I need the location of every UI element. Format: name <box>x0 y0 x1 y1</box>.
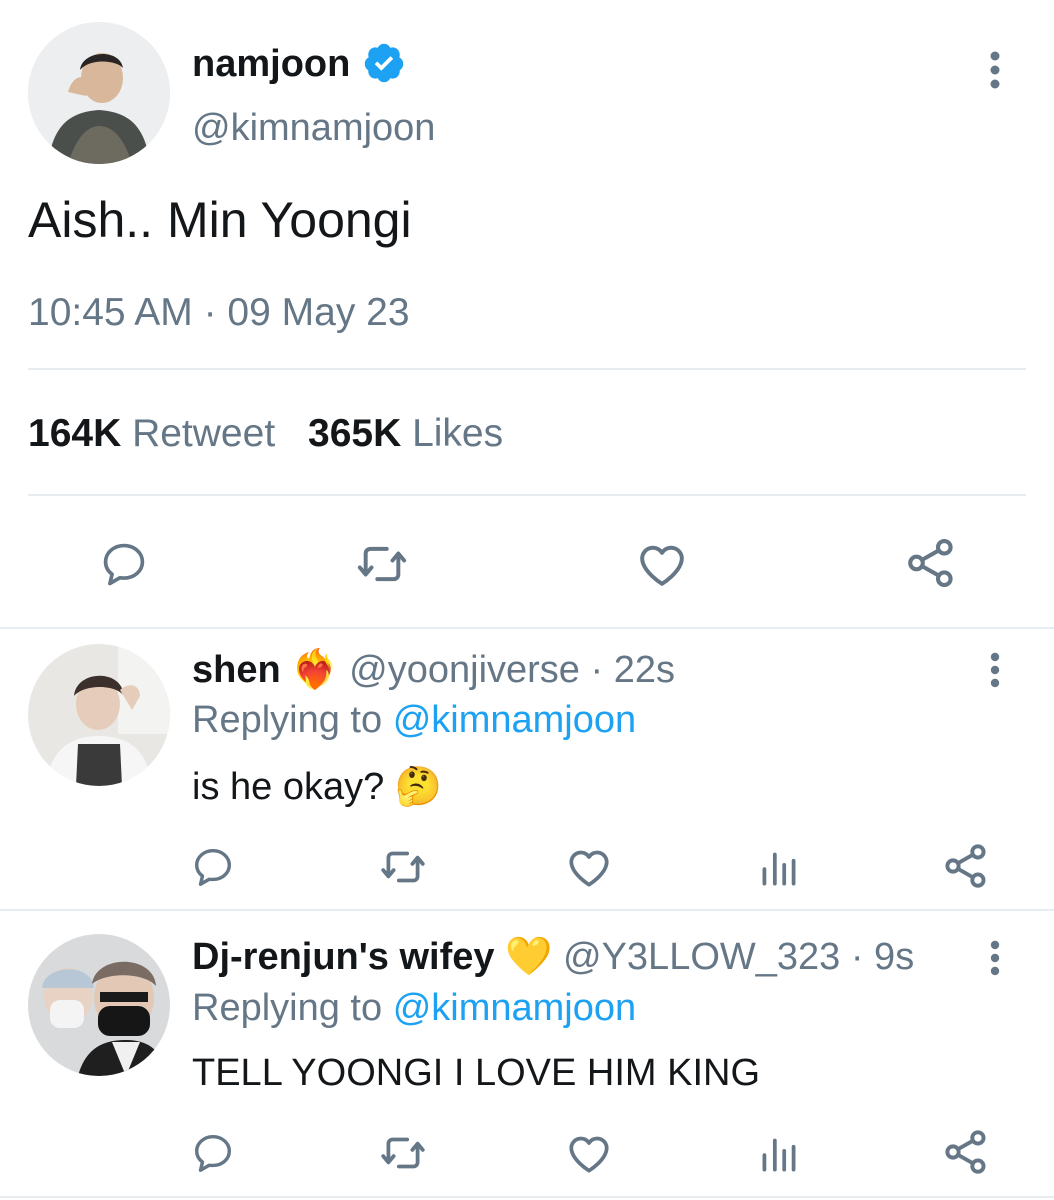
more-options-icon[interactable] <box>980 651 1010 691</box>
reply-text-body: is he okay? <box>192 766 385 808</box>
reply-handle[interactable]: @Y3LLOW_323 <box>563 936 840 978</box>
thinking-emoji-icon: 🤔 <box>394 766 443 808</box>
like-count: 365K <box>308 412 402 455</box>
divider <box>0 627 1054 629</box>
avatar-reply-2[interactable] <box>28 934 170 1076</box>
more-options-icon[interactable] <box>980 939 1010 979</box>
retweet-label: Retweet <box>132 412 276 455</box>
analytics-icon[interactable] <box>754 842 804 892</box>
retweet-stat[interactable]: 164K Retweet <box>28 412 286 455</box>
share-icon[interactable] <box>902 534 960 592</box>
like-label: Likes <box>412 412 504 455</box>
reply-time: · 22s <box>590 649 675 691</box>
tweet-timestamp[interactable]: 10:45 AM · 09 May 23 <box>28 290 410 336</box>
replying-prefix: Replying to <box>192 699 383 741</box>
verified-badge-icon <box>362 41 406 85</box>
badge-emoji-icon: ❤️‍🔥 <box>291 649 339 691</box>
reply-text: is he okay? 🤔 <box>192 764 442 810</box>
replying-prefix: Replying to <box>192 987 383 1029</box>
reply-text: TELL YOONGI I LOVE HIM KING <box>192 1050 760 1096</box>
avatar-main[interactable] <box>28 22 170 164</box>
like-stat[interactable]: 365K Likes <box>308 412 503 455</box>
divider <box>28 368 1026 370</box>
tweet-stats: 164K Retweet 365K Likes <box>28 411 503 457</box>
retweet-icon[interactable] <box>378 842 428 892</box>
reply-icon[interactable] <box>190 1130 236 1176</box>
retweet-icon[interactable] <box>354 536 410 592</box>
avatar-reply-1[interactable] <box>28 644 170 786</box>
reply-text-body: TELL YOONGI I LOVE HIM KING <box>192 1052 761 1094</box>
replying-to: Replying to @kimnamjoon <box>192 698 636 742</box>
share-icon[interactable] <box>940 840 992 892</box>
analytics-icon[interactable] <box>754 1128 804 1178</box>
reply-time: · 9s <box>850 936 915 978</box>
share-icon[interactable] <box>940 1126 992 1178</box>
divider <box>0 1196 1054 1198</box>
replying-handle-link[interactable]: @kimnamjoon <box>393 987 636 1029</box>
divider <box>28 494 1026 496</box>
reply-display-name[interactable]: Dj-renjun's wifey <box>192 936 495 978</box>
retweet-count: 164K <box>28 412 122 455</box>
like-icon[interactable] <box>564 842 614 892</box>
reply-icon[interactable] <box>98 538 150 590</box>
badge-emoji-icon: 💛 <box>505 936 553 978</box>
replying-handle-link[interactable]: @kimnamjoon <box>393 699 636 741</box>
retweet-icon[interactable] <box>378 1128 428 1178</box>
handle[interactable]: @kimnamjoon <box>192 106 435 150</box>
reply-handle[interactable]: @yoonjiverse <box>349 649 580 691</box>
display-name[interactable]: namjoon <box>192 42 350 86</box>
reply-display-name[interactable]: shen <box>192 649 281 691</box>
like-icon[interactable] <box>564 1128 614 1178</box>
reply-icon[interactable] <box>190 844 236 890</box>
display-name-text[interactable]: namjoon <box>192 43 350 85</box>
like-icon[interactable] <box>634 536 690 592</box>
reply-header: Dj-renjun's wifey 💛 @Y3LLOW_323 · 9s <box>192 935 914 979</box>
reply-header: shen ❤️‍🔥 @yoonjiverse · 22s <box>192 648 675 692</box>
more-options-icon[interactable] <box>980 48 1010 92</box>
tweet-text: Aish.. Min Yoongi <box>28 192 412 248</box>
replying-to: Replying to @kimnamjoon <box>192 986 636 1030</box>
divider <box>0 909 1054 911</box>
